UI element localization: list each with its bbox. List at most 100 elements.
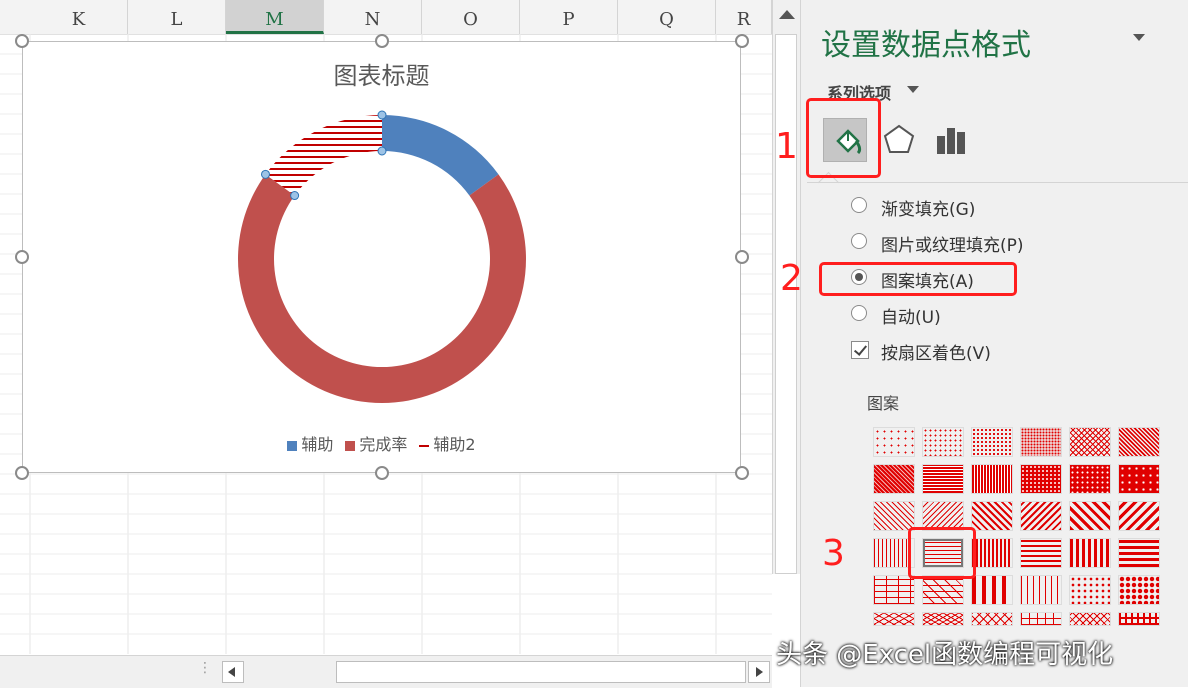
resize-handle[interactable]	[375, 466, 389, 480]
doughnut-slice-3[interactable]	[265, 115, 382, 196]
automatic-radio[interactable]	[851, 305, 867, 321]
resize-handle[interactable]	[15, 250, 29, 264]
pattern-swatch[interactable]	[873, 575, 915, 605]
column-header-q[interactable]: Q	[618, 0, 716, 34]
pattern-swatch[interactable]	[971, 575, 1013, 605]
doughnut-chart[interactable]	[23, 42, 742, 474]
legend-label: 辅助	[301, 435, 334, 454]
effects-tab[interactable]	[877, 118, 921, 162]
pattern-swatch[interactable]	[1069, 464, 1111, 494]
bar-chart-icon	[937, 128, 965, 154]
legend-label: 辅助2	[433, 435, 476, 454]
pattern-swatch[interactable]	[873, 427, 915, 457]
pentagon-icon	[883, 124, 915, 153]
pattern-swatch[interactable]	[1118, 612, 1160, 626]
pattern-swatch[interactable]	[1020, 501, 1062, 531]
column-header-l[interactable]: L	[128, 0, 226, 34]
legend-swatch	[287, 440, 298, 451]
spreadsheet[interactable]: KLMNOPQR ⋮ 图表标题 辅助 完成率 辅助2	[0, 0, 801, 688]
vertical-scroll-thumb[interactable]	[775, 34, 797, 574]
legend-entry-2[interactable]: 完成率	[345, 431, 407, 455]
resize-handle[interactable]	[735, 250, 749, 264]
step2-highlight-box	[819, 262, 1017, 296]
pattern-swatch[interactable]	[922, 612, 964, 626]
column-header-n[interactable]: N	[324, 0, 422, 34]
pattern-swatch[interactable]	[873, 612, 915, 626]
pattern-swatch[interactable]	[1118, 464, 1160, 494]
pattern-swatch[interactable]	[922, 427, 964, 457]
gradient-fill-label[interactable]: 渐变填充(G)	[881, 195, 975, 220]
resize-handle[interactable]	[735, 466, 749, 480]
pattern-swatch[interactable]	[971, 501, 1013, 531]
doughnut-slice-1[interactable]	[382, 115, 499, 196]
split-handle-icon[interactable]: ⋮	[198, 661, 212, 675]
pattern-swatch[interactable]	[1020, 464, 1062, 494]
pattern-swatch[interactable]	[1118, 575, 1160, 605]
pane-title: 设置数据点格式	[821, 28, 1031, 63]
resize-handle[interactable]	[735, 34, 749, 48]
resize-handle[interactable]	[15, 466, 29, 480]
column-header-r[interactable]: R	[716, 0, 772, 34]
horizontal-scroll-thumb[interactable]	[336, 661, 746, 683]
column-header-m[interactable]: M	[226, 0, 324, 34]
horizontal-scrollbar[interactable]: ⋮	[0, 655, 772, 688]
scroll-up-arrow-icon[interactable]	[779, 10, 795, 19]
scroll-left-button[interactable]	[222, 661, 244, 683]
automatic-label[interactable]: 自动(U)	[881, 303, 941, 328]
picture-fill-label[interactable]: 图片或纹理填充(P)	[881, 231, 1024, 256]
pattern-swatch[interactable]	[971, 427, 1013, 457]
legend-swatch	[345, 440, 356, 451]
pattern-swatch[interactable]	[1118, 538, 1160, 568]
pattern-swatch[interactable]	[1020, 575, 1062, 605]
vary-colors-label[interactable]: 按扇区着色(V)	[881, 339, 991, 364]
watermark: 头条 @Excel函数编程可视化	[776, 640, 1114, 670]
pattern-swatch[interactable]	[922, 575, 964, 605]
picture-fill-radio[interactable]	[851, 233, 867, 249]
point-selection-handle[interactable]	[377, 146, 387, 156]
step3-number: 3	[822, 533, 845, 574]
chevron-down-icon[interactable]	[907, 86, 919, 93]
pattern-swatch[interactable]	[1069, 612, 1111, 626]
divider	[807, 182, 1188, 183]
legend-swatch	[419, 444, 430, 447]
legend-entry-3[interactable]: 辅助2	[419, 431, 476, 455]
point-selection-handle[interactable]	[261, 169, 271, 179]
pattern-swatch[interactable]	[1069, 538, 1111, 568]
legend-label: 完成率	[359, 435, 408, 454]
column-headers: KLMNOPQR	[0, 0, 772, 35]
pattern-swatch[interactable]	[971, 612, 1013, 626]
pattern-swatch[interactable]	[1069, 575, 1111, 605]
column-header-p[interactable]: P	[520, 0, 618, 34]
chart-legend[interactable]: 辅助 完成率 辅助2	[23, 431, 740, 455]
pattern-swatch[interactable]	[873, 464, 915, 494]
pattern-swatch[interactable]	[971, 538, 1013, 568]
pattern-swatch[interactable]	[1118, 427, 1160, 457]
pattern-section-label: 图案	[867, 394, 900, 413]
vary-colors-checkbox[interactable]	[851, 341, 869, 359]
column-header-k[interactable]: K	[30, 0, 128, 34]
pattern-swatch[interactable]	[1020, 538, 1062, 568]
pattern-swatch[interactable]	[1069, 501, 1111, 531]
legend-entry-1[interactable]: 辅助	[287, 431, 333, 455]
pattern-swatch[interactable]	[1118, 501, 1160, 531]
pattern-swatch[interactable]	[922, 464, 964, 494]
scroll-right-button[interactable]	[748, 661, 770, 683]
chart-area[interactable]: 图表标题 辅助 完成率 辅助2	[22, 41, 741, 473]
series-options-tab[interactable]	[931, 118, 975, 162]
step1-highlight-box	[806, 98, 881, 178]
doughnut-slice-2[interactable]	[237, 174, 526, 404]
step2-number: 2	[780, 258, 803, 299]
pattern-swatch[interactable]	[1069, 427, 1111, 457]
column-header-o[interactable]: O	[422, 0, 520, 34]
resize-handle[interactable]	[15, 34, 29, 48]
pattern-swatch[interactable]	[873, 501, 915, 531]
pattern-swatch[interactable]	[971, 464, 1013, 494]
pattern-swatch[interactable]	[1020, 612, 1062, 626]
point-selection-handle[interactable]	[290, 191, 300, 201]
pane-menu-caret-icon[interactable]	[1133, 34, 1145, 41]
point-selection-handle[interactable]	[377, 110, 387, 120]
pattern-swatch[interactable]	[1020, 427, 1062, 457]
gradient-fill-radio[interactable]	[851, 197, 867, 213]
step1-number: 1	[775, 126, 798, 167]
resize-handle[interactable]	[375, 34, 389, 48]
